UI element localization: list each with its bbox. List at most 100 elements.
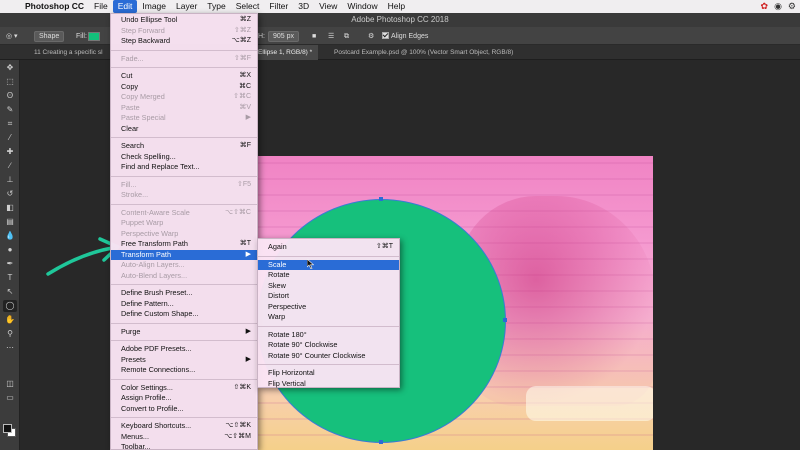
align-edges-checkbox[interactable]: Align Edges	[382, 31, 428, 42]
menubar-item-image[interactable]: Image	[137, 0, 171, 13]
submenu-item-rotate-90-clockwise[interactable]: Rotate 90° Clockwise	[258, 340, 399, 351]
menu-item-convert-to-profile[interactable]: Convert to Profile...	[111, 404, 257, 415]
status-app-icon[interactable]: ✿	[761, 1, 769, 12]
menu-item-check-spelling[interactable]: Check Spelling...	[111, 152, 257, 163]
path-anchor-bottom[interactable]	[379, 440, 383, 444]
menu-item-label: Perspective Warp	[121, 228, 179, 238]
menu-item-assign-profile[interactable]: Assign Profile...	[111, 393, 257, 404]
submenu-item-distort[interactable]: Distort	[258, 291, 399, 302]
menu-item-copy[interactable]: Copy ⌘C	[111, 82, 257, 93]
stamp-tool-icon[interactable]: ⊥	[3, 174, 17, 186]
submenu-item-perspective[interactable]: Perspective	[258, 302, 399, 313]
fill-swatch[interactable]	[88, 32, 100, 41]
menu-item-define-custom-shape[interactable]: Define Custom Shape...	[111, 309, 257, 320]
tab-document-3[interactable]: Postcard Example.psd @ 100% (Vector Smar…	[328, 45, 519, 60]
menubar-item-select[interactable]: Select	[231, 0, 265, 13]
menu-item-shortcut: ⌘C	[238, 82, 251, 90]
menu-item-adobe-pdf-presets[interactable]: Adobe PDF Presets...	[111, 344, 257, 355]
quick-mask-icon[interactable]: ◫	[3, 378, 17, 390]
menubar-item-view[interactable]: View	[314, 0, 342, 13]
menubar-item-filter[interactable]: Filter	[264, 0, 293, 13]
menu-item-menus[interactable]: Menus... ⌥⇧⌘M	[111, 432, 257, 443]
path-alignment-icon[interactable]: ☰	[328, 31, 334, 42]
submenu-item-scale[interactable]: Scale	[258, 259, 399, 270]
path-selection-tool-icon[interactable]: ↖	[3, 286, 17, 298]
submenu-item-flip-vertical[interactable]: Flip Vertical	[258, 379, 399, 390]
tab-document-1[interactable]: 11 Creating a specific sl	[28, 45, 109, 60]
type-tool-icon[interactable]: T	[3, 272, 17, 284]
quick-select-tool-icon[interactable]: ✎	[3, 104, 17, 116]
submenu-item-rotate[interactable]: Rotate	[258, 270, 399, 281]
menu-item-color-settings[interactable]: Color Settings... ⇧⌘K	[111, 383, 257, 394]
menu-item-stroke: Stroke...	[111, 190, 257, 201]
menu-item-remote-connections[interactable]: Remote Connections...	[111, 365, 257, 376]
path-arrangement-icon[interactable]: ⧉	[344, 31, 349, 42]
submenu-item-rotate-180[interactable]: Rotate 180°	[258, 330, 399, 341]
menubar-item-window[interactable]: Window	[342, 0, 382, 13]
height-input[interactable]: 905 px	[268, 31, 300, 42]
pen-tool-icon[interactable]: ✒	[3, 258, 17, 270]
menu-item-toolbar[interactable]: Toolbar...	[111, 442, 257, 450]
menu-item-step-backward[interactable]: Step Backward ⌥⌘Z	[111, 36, 257, 47]
color-swatches[interactable]	[3, 424, 17, 438]
menu-item-search[interactable]: Search ⌘F	[111, 141, 257, 152]
blur-tool-icon[interactable]: 💧	[3, 230, 17, 242]
foreground-color-swatch[interactable]	[3, 424, 12, 433]
more-tools-icon[interactable]: ⋯	[3, 342, 17, 354]
gradient-tool-icon[interactable]: ▤	[3, 216, 17, 228]
menu-item-clear[interactable]: Clear	[111, 124, 257, 135]
menu-item-perspective-warp: Perspective Warp	[111, 229, 257, 240]
tab-document-2[interactable]: Ellipse 1, RGB/8) *	[252, 45, 319, 60]
menu-item-label: Search	[121, 141, 145, 150]
submenu-item-flip-horizontal[interactable]: Flip Horizontal	[258, 368, 399, 379]
menu-item-cut[interactable]: Cut ⌘X	[111, 71, 257, 82]
menubar-item-type[interactable]: Type	[202, 0, 230, 13]
zoom-tool-icon[interactable]: ⚲	[3, 328, 17, 340]
menu-item-label: Content-Aware Scale	[121, 207, 190, 217]
brush-tool-icon[interactable]: ∕	[3, 160, 17, 172]
screen-mode-icon[interactable]: ▭	[3, 392, 17, 404]
menu-item-presets[interactable]: Presets ▶	[111, 355, 257, 366]
menu-item-label: Menus...	[121, 431, 149, 441]
hand-tool-icon[interactable]: ✋	[3, 314, 17, 326]
menu-item-define-pattern[interactable]: Define Pattern...	[111, 299, 257, 310]
menu-item-purge[interactable]: Purge ▶	[111, 327, 257, 338]
menu-item-find-and-replace-text[interactable]: Find and Replace Text...	[111, 162, 257, 173]
menubar-item-layer[interactable]: Layer	[171, 0, 202, 13]
menu-item-step-forward: Step Forward ⇧⌘Z	[111, 26, 257, 37]
menu-item-define-brush-preset[interactable]: Define Brush Preset...	[111, 288, 257, 299]
menu-item-undo-ellipse-tool[interactable]: Undo Ellipse Tool ⌘Z	[111, 15, 257, 26]
ellipse-tool-icon[interactable]: ◯	[3, 300, 17, 312]
dodge-tool-icon[interactable]: ●	[3, 244, 17, 256]
history-brush-tool-icon[interactable]: ↺	[3, 188, 17, 200]
lasso-tool-icon[interactable]: ʘ	[3, 90, 17, 102]
menubar-item-3d[interactable]: 3D	[293, 0, 314, 13]
fill-label: Fill:	[76, 33, 87, 40]
menubar-item-photoshop-cc[interactable]: Photoshop CC	[20, 0, 89, 13]
menu-item-transform-path[interactable]: Transform Path ▶	[111, 249, 257, 260]
mode-select[interactable]: Shape	[34, 31, 65, 42]
marquee-tool-icon[interactable]: ⬚	[3, 76, 17, 88]
menu-item-free-transform-path[interactable]: Free Transform Path ⌘T	[111, 239, 257, 250]
menubar-item-edit[interactable]: Edit	[112, 0, 138, 13]
tool-preset-icon[interactable]: ◎ ▾	[6, 31, 18, 42]
submenu-item-rotate-90-counter-clockwise[interactable]: Rotate 90° Counter Clockwise	[258, 351, 399, 362]
status-icon[interactable]: ◉	[774, 1, 782, 12]
status-icon[interactable]: ⚙	[788, 1, 796, 12]
move-tool-icon[interactable]: ✥	[3, 62, 17, 74]
eyedropper-tool-icon[interactable]: ⁄	[3, 132, 17, 144]
path-anchor-top[interactable]	[379, 197, 383, 201]
settings-gear-icon[interactable]: ⚙	[368, 31, 374, 42]
menu-item-keyboard-shortcuts[interactable]: Keyboard Shortcuts... ⌥⇧⌘K	[111, 421, 257, 432]
submenu-item-warp[interactable]: Warp	[258, 312, 399, 323]
menu-item-label: Toolbar...	[121, 442, 151, 450]
submenu-item-again[interactable]: Again ⇧⌘T	[258, 242, 399, 253]
menubar-item-file[interactable]: File	[89, 0, 113, 13]
submenu-item-skew[interactable]: Skew	[258, 281, 399, 292]
menubar-item-help[interactable]: Help	[383, 0, 410, 13]
path-anchor-right[interactable]	[503, 318, 507, 322]
crop-tool-icon[interactable]: ⌗	[3, 118, 17, 130]
healing-tool-icon[interactable]: ✚	[3, 146, 17, 158]
path-operations-icon[interactable]: ■	[312, 31, 316, 42]
eraser-tool-icon[interactable]: ◧	[3, 202, 17, 214]
